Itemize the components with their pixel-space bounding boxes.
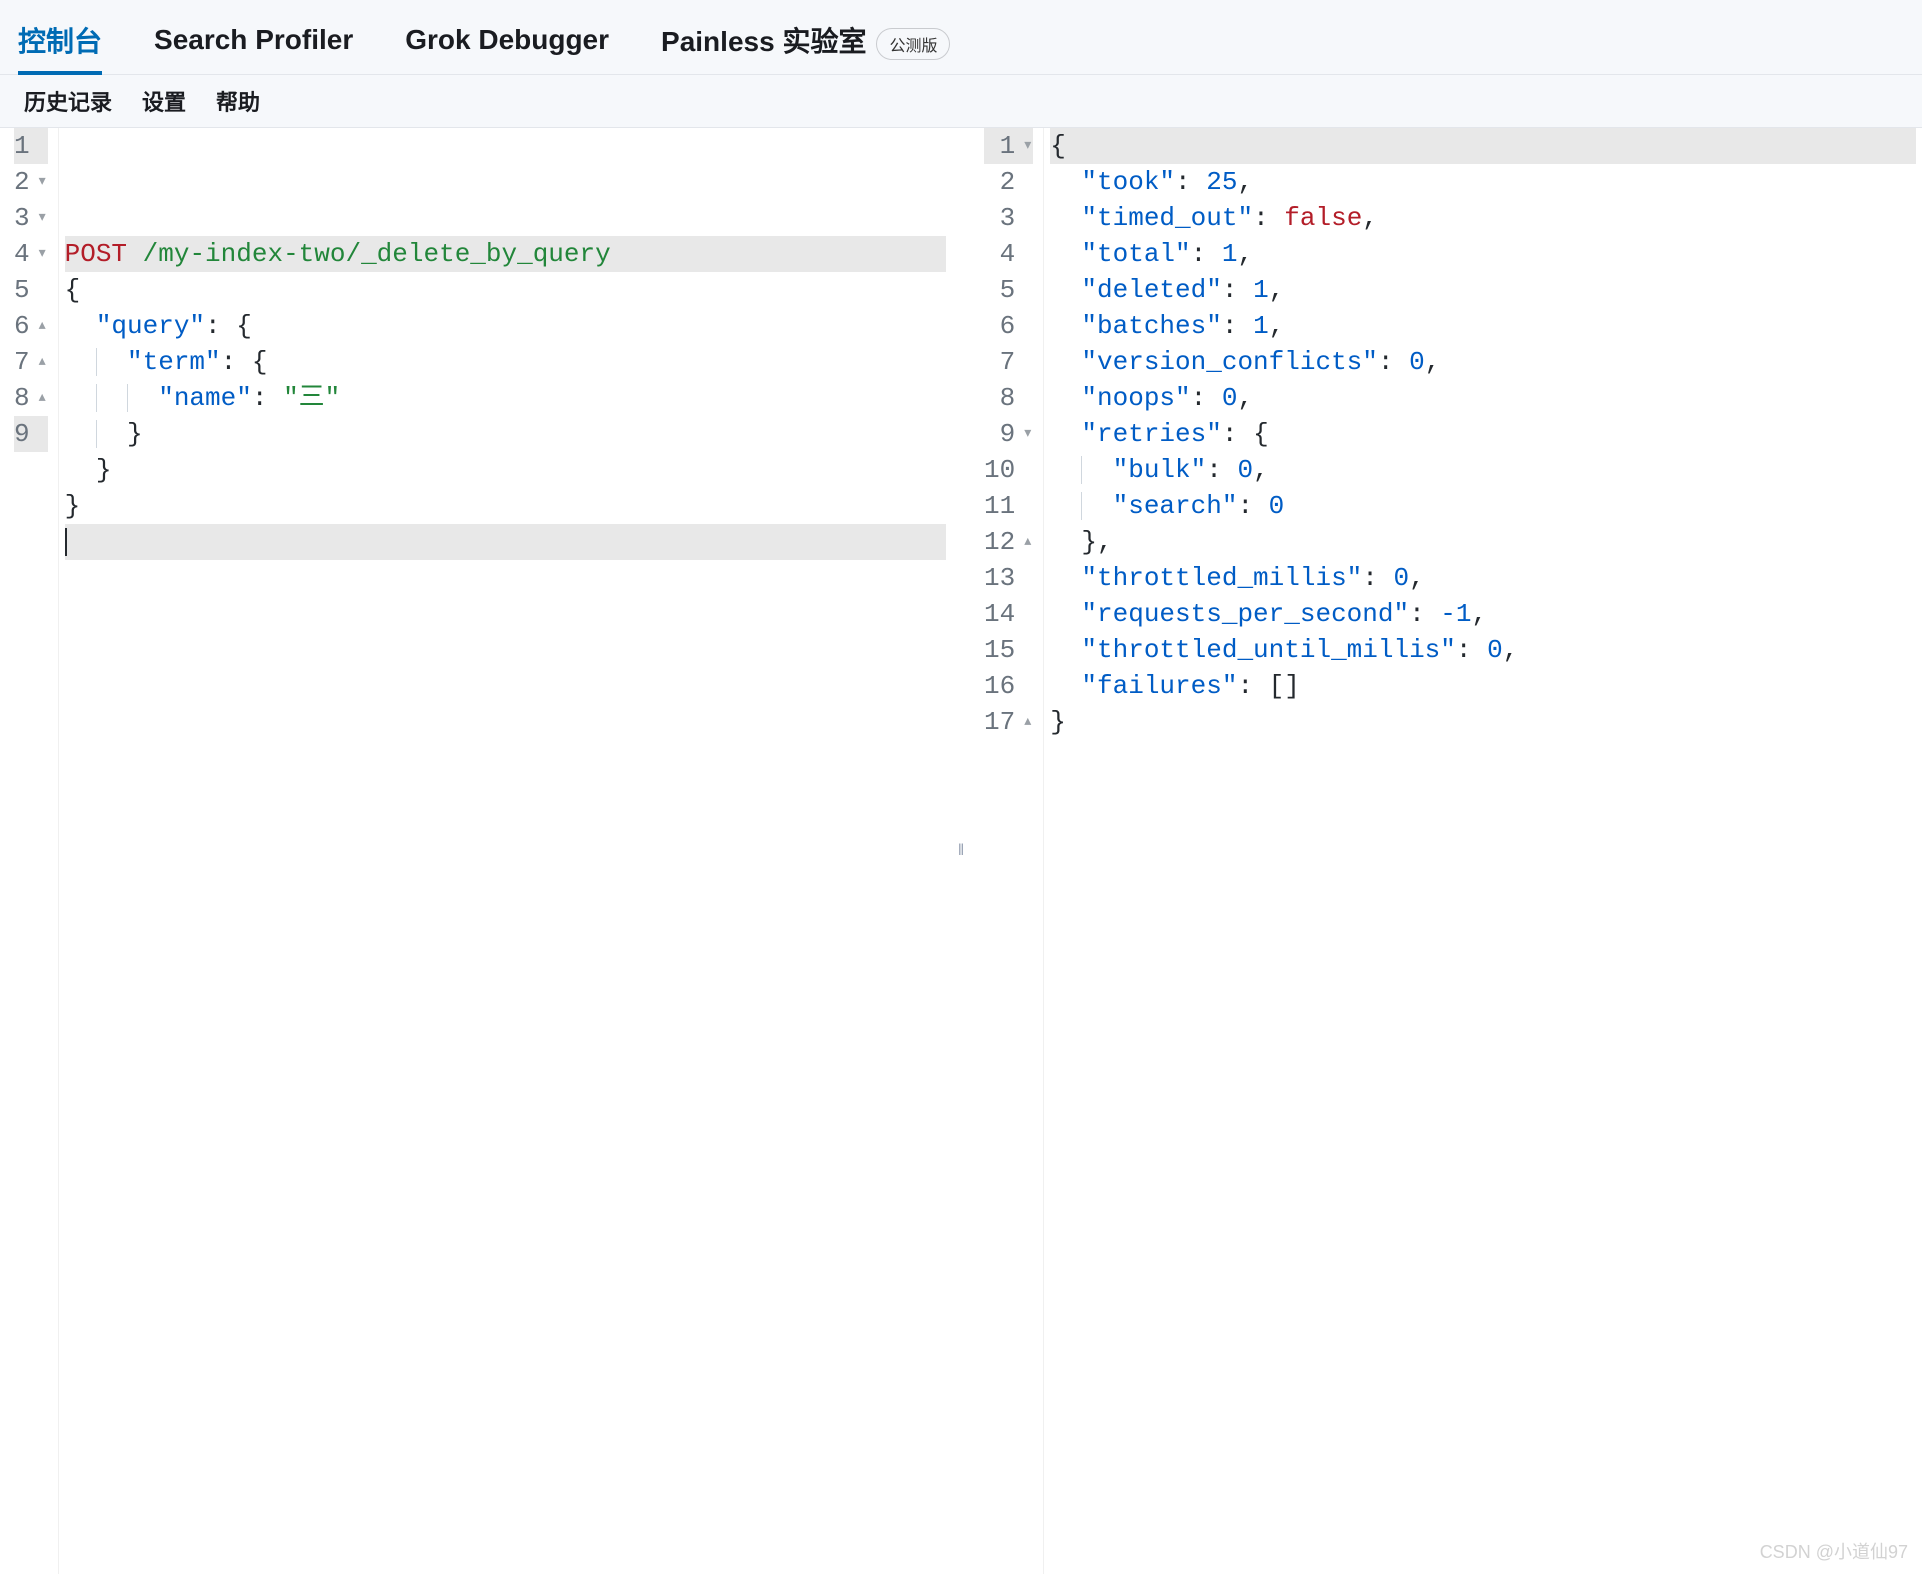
code-line: [65, 524, 946, 560]
wrench-icon[interactable]: [910, 130, 938, 158]
code-line: "noops": 0,: [1050, 380, 1916, 416]
line-number: 1: [14, 128, 48, 164]
line-number: 3▾: [14, 200, 48, 236]
code-line: "version_conflicts": 0,: [1050, 344, 1916, 380]
code-line: {: [65, 272, 946, 308]
tab-1[interactable]: Search Profiler: [154, 10, 375, 70]
play-icon[interactable]: [870, 130, 898, 158]
request-actions: [870, 130, 938, 158]
code-line: }: [65, 416, 946, 452]
line-number: 9: [14, 416, 48, 452]
code-line: "deleted": 1,: [1050, 272, 1916, 308]
watermark-text: CSDN @小道仙97: [1760, 1538, 1908, 1564]
line-number: 7: [984, 344, 1033, 380]
request-pane: 1 2▾3▾4▾5 6▴7▴8▴9 POST /my-index-two/_de…: [0, 128, 952, 1574]
line-number: 10: [984, 452, 1033, 488]
subtab-0[interactable]: 历史记录: [24, 85, 112, 117]
response-gutter: 1▾2 3 4 5 6 7 8 9▾10 11 12▴13 14 15 16 1…: [970, 128, 1044, 1574]
line-number: 5: [984, 272, 1033, 308]
subtab-1[interactable]: 设置: [142, 85, 186, 117]
line-number: 12▴: [984, 524, 1033, 560]
line-number: 15: [984, 632, 1033, 668]
tab-badge: 公测版: [876, 28, 950, 60]
code-line: }: [65, 452, 946, 488]
line-number: 11: [984, 488, 1033, 524]
line-number: 6: [984, 308, 1033, 344]
response-pane: 1▾2 3 4 5 6 7 8 9▾10 11 12▴13 14 15 16 1…: [970, 128, 1922, 1574]
line-number: 13: [984, 560, 1033, 596]
code-line: }: [65, 488, 946, 524]
code-line: "timed_out": false,: [1050, 200, 1916, 236]
tab-0[interactable]: 控制台: [18, 6, 124, 74]
tab-3[interactable]: Painless 实验室公测版: [661, 6, 972, 74]
code-line: },: [1050, 524, 1916, 560]
code-line: "took": 25,: [1050, 164, 1916, 200]
subtab-2[interactable]: 帮助: [216, 85, 260, 117]
request-editor[interactable]: POST /my-index-two/_delete_by_query{"que…: [59, 128, 952, 1574]
code-line: "total": 1,: [1050, 236, 1916, 272]
line-number: 6▴: [14, 308, 48, 344]
code-line: "throttled_millis": 0,: [1050, 560, 1916, 596]
tab-2[interactable]: Grok Debugger: [405, 10, 631, 70]
request-line: POST /my-index-two/_delete_by_query: [65, 236, 946, 272]
response-viewer[interactable]: {"took": 25,"timed_out": false,"total": …: [1044, 128, 1922, 1574]
code-line: "search": 0: [1050, 488, 1916, 524]
code-line: "retries": {: [1050, 416, 1916, 452]
divider-glyph: ‖: [958, 842, 965, 860]
code-line: "failures": []: [1050, 668, 1916, 704]
line-number: 17▴: [984, 704, 1033, 740]
request-gutter: 1 2▾3▾4▾5 6▴7▴8▴9: [0, 128, 59, 1574]
line-number: 5: [14, 272, 48, 308]
code-line: "bulk": 0,: [1050, 452, 1916, 488]
editor-split: 1 2▾3▾4▾5 6▴7▴8▴9 POST /my-index-two/_de…: [0, 128, 1922, 1574]
line-number: 3: [984, 200, 1033, 236]
line-number: 2▾: [14, 164, 48, 200]
code-line: "throttled_until_millis": 0,: [1050, 632, 1916, 668]
split-handle[interactable]: ‖: [952, 128, 970, 1574]
code-line: "name": "三": [65, 380, 946, 416]
code-line: }: [1050, 704, 1916, 740]
line-number: 4: [984, 236, 1033, 272]
line-number: 9▾: [984, 416, 1033, 452]
code-line: "requests_per_second": -1,: [1050, 596, 1916, 632]
code-line: "batches": 1,: [1050, 308, 1916, 344]
line-number: 4▾: [14, 236, 48, 272]
line-number: 8: [984, 380, 1033, 416]
line-number: 14: [984, 596, 1033, 632]
code-line: {: [1050, 128, 1916, 164]
code-line: "term": {: [65, 344, 946, 380]
console-app: 控制台 Search Profiler Grok Debugger Painless …: [0, 0, 1922, 1574]
sub-tabs: 历史记录设置帮助: [0, 75, 1922, 128]
code-line: "query": {: [65, 308, 946, 344]
line-number: 7▴: [14, 344, 48, 380]
line-number: 2: [984, 164, 1033, 200]
line-number: 16: [984, 668, 1033, 704]
line-number: 8▴: [14, 380, 48, 416]
main-tabs: 控制台 Search Profiler Grok Debugger Painless …: [0, 0, 1922, 75]
line-number: 1▾: [984, 128, 1033, 164]
